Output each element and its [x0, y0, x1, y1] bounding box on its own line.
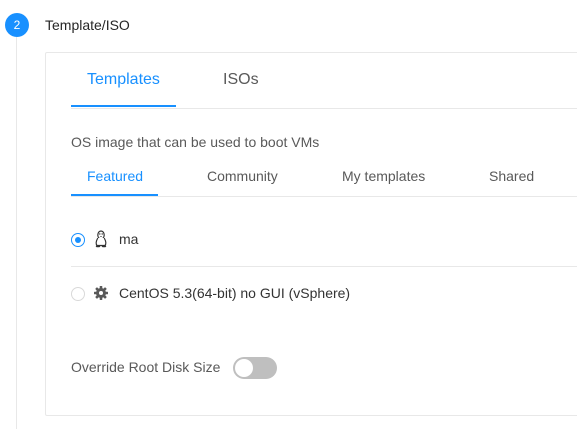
override-root-disk-toggle[interactable] [233, 357, 277, 379]
tab-templates[interactable]: Templates [87, 71, 160, 89]
tab-my-templates[interactable]: My templates [342, 168, 425, 184]
step-number-badge: 2 [5, 13, 29, 37]
template-radio[interactable] [71, 233, 85, 247]
tab-featured[interactable]: Featured [87, 168, 143, 184]
template-iso-card: Templates ISOs OS image that can be used… [45, 52, 577, 416]
linux-icon [95, 230, 107, 248]
active-filter-tab-indicator [71, 194, 158, 196]
tab-isos[interactable]: ISOs [223, 71, 259, 89]
template-filter-tabs: Featured Community My templates Shared [71, 156, 577, 197]
tab-community[interactable]: Community [207, 168, 278, 184]
template-row[interactable]: CentOS 5.3(64-bit) no GUI (vSphere) [71, 267, 577, 320]
step-connector-line [16, 37, 17, 429]
gear-icon [94, 286, 108, 300]
active-tab-indicator [71, 105, 176, 107]
template-radio[interactable] [71, 287, 85, 301]
template-row[interactable]: ma [71, 213, 577, 267]
step-title: Template/ISO [45, 17, 130, 33]
template-iso-tabs: Templates ISOs [71, 53, 577, 109]
tab-shared[interactable]: Shared [489, 168, 534, 184]
os-image-description: OS image that can be used to boot VMs [71, 134, 320, 150]
template-name: CentOS 5.3(64-bit) no GUI (vSphere) [119, 285, 351, 301]
override-root-disk-label: Override Root Disk Size [71, 359, 221, 375]
toggle-knob [235, 359, 253, 377]
template-name: ma [119, 231, 139, 247]
